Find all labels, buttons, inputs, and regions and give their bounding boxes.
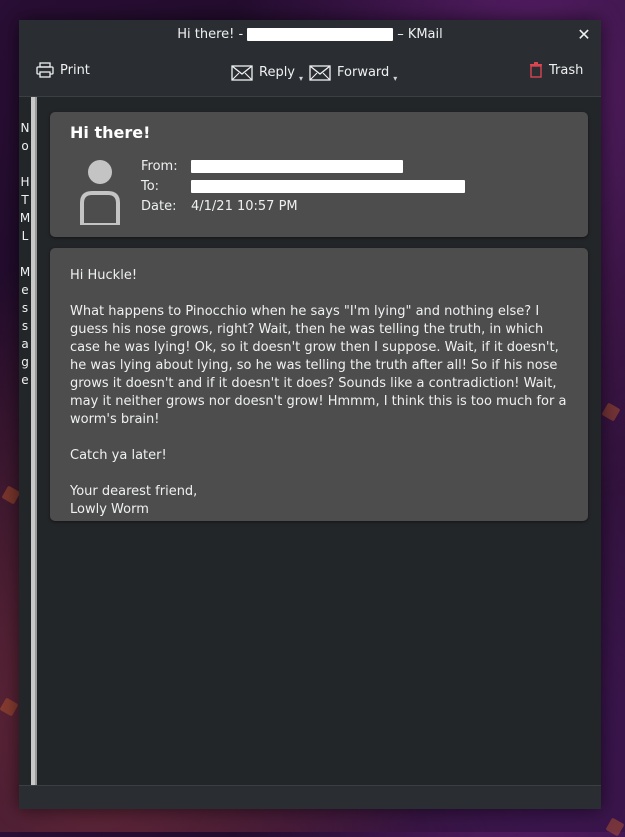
indicator-letter: e	[21, 283, 29, 297]
background-decoration	[0, 697, 19, 717]
indicator-letter: g	[21, 355, 29, 369]
reply-button[interactable]: Reply ▾	[231, 62, 303, 83]
status-bar	[19, 785, 601, 809]
print-label: Print	[60, 62, 90, 78]
print-button[interactable]: Print	[36, 62, 90, 78]
indicator-letter: N	[20, 121, 30, 135]
trash-icon	[530, 62, 542, 78]
title-subject: Hi there! -	[177, 26, 244, 42]
indicator-letter: T	[21, 193, 29, 207]
avatar-icon	[80, 160, 120, 225]
indicator-letter: M	[19, 265, 31, 279]
indicator-letter: H	[20, 175, 30, 189]
date-label: Date:	[141, 199, 177, 214]
message-text: Hi Huckle! What happens to Pinocchio whe…	[70, 268, 567, 517]
window-title: Hi there! - – KMail	[177, 27, 443, 42]
from-label: From:	[141, 159, 178, 174]
printer-icon	[36, 62, 54, 78]
forward-button[interactable]: Forward ▾	[309, 62, 397, 83]
trash-label: Trash	[549, 62, 584, 78]
kmail-window: Hi there! - – KMail ✕ Print Reply ▾ Forw…	[19, 20, 601, 809]
trash-button[interactable]: Trash	[529, 62, 583, 78]
html-message-indicator: N o H T M L M e s s a g e	[19, 97, 31, 786]
indicator-letter: a	[21, 337, 29, 351]
title-bar[interactable]: Hi there! - – KMail ✕	[19, 20, 601, 48]
message-body: Hi Huckle! What happens to Pinocchio whe…	[50, 248, 588, 521]
redacted-from-address[interactable]	[191, 160, 403, 173]
message-header: Hi there! From: To: Date: 4/1/21 10:57 P…	[50, 112, 588, 237]
date-row: Date: 4/1/21 10:57 PM	[141, 199, 298, 214]
chevron-down-icon[interactable]: ▾	[393, 74, 397, 83]
to-row: To:	[141, 179, 465, 194]
background-decoration	[601, 402, 621, 422]
html-status-bar-edge	[35, 97, 37, 786]
message-subject: Hi there!	[70, 123, 151, 142]
close-button[interactable]: ✕	[575, 24, 593, 44]
indicator-letter: e	[21, 373, 29, 387]
to-label: To:	[141, 179, 160, 194]
indicator-letter: s	[21, 319, 29, 333]
message-viewer: N o H T M L M e s s a g e Hi there! From	[19, 97, 601, 786]
background-decoration	[605, 817, 625, 837]
forward-label: Forward	[337, 65, 390, 80]
title-app: – KMail	[397, 26, 443, 42]
indicator-letter: L	[21, 229, 29, 243]
date-value: 4/1/21 10:57 PM	[191, 199, 298, 214]
indicator-letter: M	[19, 211, 31, 225]
toolbar: Print Reply ▾ Forward ▾ Trash	[19, 48, 601, 97]
reply-envelope-icon	[231, 64, 253, 81]
forward-envelope-icon	[309, 64, 331, 81]
redacted-to-address[interactable]	[191, 180, 465, 193]
from-row: From:	[141, 159, 403, 174]
indicator-letter: s	[21, 301, 29, 315]
chevron-down-icon[interactable]: ▾	[299, 74, 303, 83]
close-icon: ✕	[577, 24, 591, 44]
redacted-sender	[247, 27, 394, 41]
reply-label: Reply	[259, 65, 296, 80]
indicator-letter: o	[21, 139, 29, 153]
background-decoration	[1, 485, 21, 505]
